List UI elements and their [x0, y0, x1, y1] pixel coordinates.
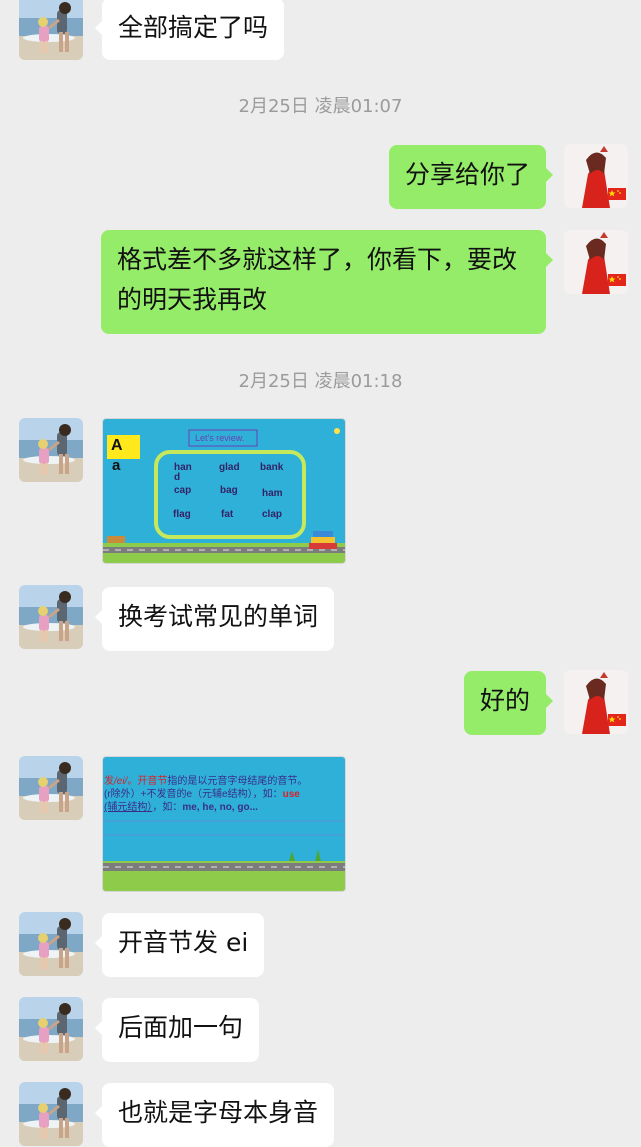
- word: flag: [173, 509, 191, 520]
- message-text: 好的: [479, 686, 530, 715]
- letter-lower: a: [112, 457, 121, 474]
- word: bag: [220, 485, 238, 496]
- text-fragment: ，如：: [152, 800, 182, 813]
- outgoing-message-bubble[interactable]: 分享给你了: [388, 145, 554, 209]
- image-message-review[interactable]: A a Let's review. han d glad bank cap ba…: [102, 418, 346, 564]
- svg-text:发/ei/。开音节指的是以元音字母结尾的音节。: 发/ei/。开音节指的是以元音字母结尾的音节。: [104, 774, 307, 787]
- incoming-message-bubble[interactable]: 后面加一句: [94, 998, 260, 1062]
- contact-avatar[interactable]: [19, 585, 83, 649]
- word: glad: [219, 462, 240, 473]
- contact-avatar[interactable]: [19, 1082, 83, 1146]
- self-avatar[interactable]: [564, 230, 628, 294]
- message-text: 换考试常见的单词: [118, 602, 319, 631]
- message-text: 格式差不多就这样了，你看下，要改的明天我再改: [117, 245, 518, 314]
- word: ham: [262, 488, 283, 499]
- word: cap: [174, 485, 191, 496]
- contact-avatar[interactable]: [19, 418, 83, 482]
- open-syllable-slide-image: 发/ei/。开音节指的是以元音字母结尾的音节。 (r除外）+不发音的e（元辅e结…: [103, 757, 345, 891]
- text-fragment: 发: [104, 774, 114, 787]
- text-fragment: use: [283, 789, 301, 800]
- word: fat: [221, 509, 234, 520]
- self-avatar[interactable]: [564, 670, 628, 734]
- contact-avatar[interactable]: [19, 912, 83, 976]
- message-text: 分享给你了: [404, 160, 530, 189]
- contact-avatar[interactable]: [19, 997, 83, 1061]
- message-text: 全部搞定了吗: [118, 13, 269, 42]
- text-fragment: me, he, no, go...: [182, 802, 258, 813]
- contact-avatar[interactable]: [19, 0, 83, 60]
- text-fragment: 。: [127, 776, 137, 787]
- text-fragment: 开音节: [137, 774, 167, 787]
- timestamp: 2月25日 凌晨01:07: [238, 96, 403, 117]
- review-slide-image: A a Let's review. han d glad bank cap ba…: [103, 419, 345, 563]
- letter-upper: A: [111, 437, 123, 454]
- word: bank: [260, 462, 284, 473]
- text-fragment: (辅元结构）: [104, 800, 152, 813]
- text-fragment: 指的是以元音字母结尾的音节。: [167, 774, 307, 787]
- outgoing-message-bubble[interactable]: 好的: [463, 671, 554, 735]
- svg-text:(r除外）+不发音的e（元辅e结构），如：use: (r除外）+不发音的e（元辅e结构），如：use: [104, 787, 300, 800]
- word: clap: [262, 509, 282, 520]
- incoming-message-bubble[interactable]: 开音节发 ei: [94, 913, 265, 977]
- contact-avatar[interactable]: [19, 756, 83, 820]
- word: d: [174, 472, 180, 483]
- text-fragment: /ei/: [113, 776, 129, 787]
- self-avatar[interactable]: [564, 144, 628, 208]
- incoming-message-bubble[interactable]: 也就是字母本身音: [94, 1083, 335, 1147]
- message-text: 也就是字母本身音: [118, 1098, 319, 1127]
- message-text: 开音节发 ei: [118, 928, 249, 957]
- svg-text:(辅元结构），如：me, he, no, go...: (辅元结构），如：me, he, no, go...: [104, 800, 258, 813]
- text-fragment: (r除外）+不发音的e（元辅e结构），如：: [104, 787, 283, 800]
- incoming-message-bubble[interactable]: 换考试常见的单词: [94, 587, 335, 651]
- outgoing-message-bubble[interactable]: 格式差不多就这样了，你看下，要改的明天我再改: [101, 230, 553, 334]
- slide-title: Let's review.: [195, 433, 244, 443]
- image-message-open-syllable[interactable]: 发/ei/。开音节指的是以元音字母结尾的音节。 (r除外）+不发音的e（元辅e结…: [102, 756, 346, 892]
- timestamp: 2月25日 凌晨01:18: [238, 371, 403, 392]
- incoming-message-bubble[interactable]: 全部搞定了吗: [94, 0, 285, 60]
- message-text: 后面加一句: [118, 1013, 244, 1042]
